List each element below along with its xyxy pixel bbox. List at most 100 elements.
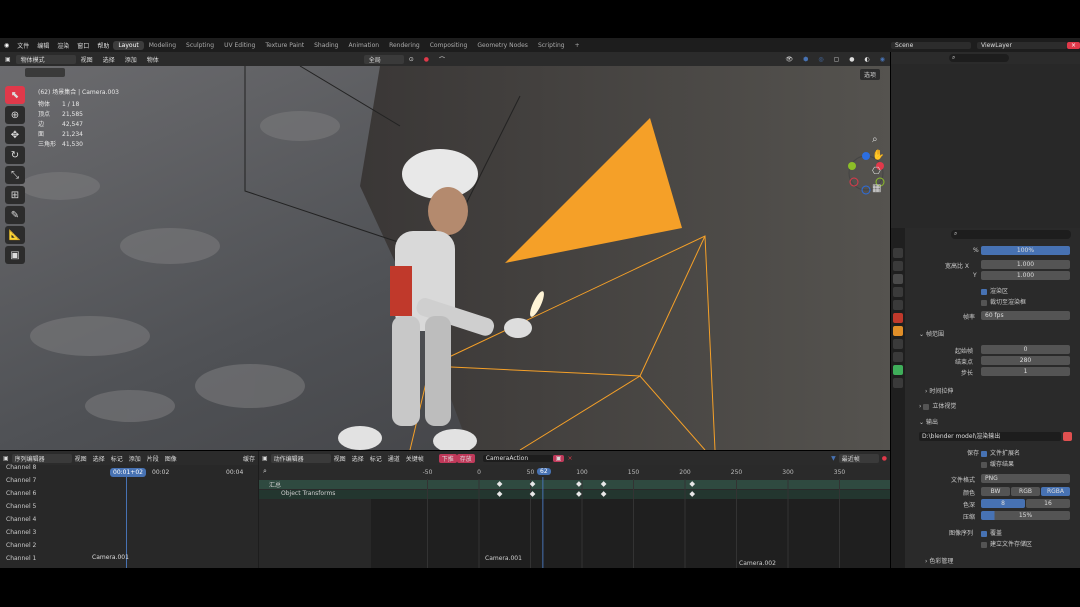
output-panel[interactable]: ⌄ 输出 (919, 417, 938, 426)
action-selector[interactable]: CameraAction (482, 454, 553, 462)
properties-search[interactable]: ⌕ (951, 230, 1071, 239)
scale-tool-icon[interactable]: ⤡ (5, 166, 25, 184)
overwrite-checkbox[interactable]: 覆盖 (981, 528, 1002, 537)
editor-type-icon[interactable]: ▣ (0, 56, 16, 63)
modifier-tab-icon[interactable] (893, 339, 903, 349)
tab-modeling[interactable]: Modeling (144, 41, 181, 50)
camera-view-icon[interactable]: ⎔ (872, 166, 881, 177)
ds-menu-key[interactable]: 关键帧 (403, 454, 427, 463)
add-cube-tool-icon[interactable]: ▣ (5, 246, 25, 264)
sequencer-area[interactable]: 00:01+02 00:02 00:04 Channel 8 Channel 7… (0, 464, 258, 568)
keyframe[interactable] (496, 491, 503, 497)
filter-icon[interactable]: ▼ (828, 455, 839, 462)
seq-menu-select[interactable]: 选择 (90, 454, 108, 463)
texture-tab-icon[interactable] (893, 378, 903, 388)
checkbox-icon[interactable] (981, 299, 987, 306)
menu-edit[interactable]: 编辑 (33, 41, 53, 50)
marker-label[interactable]: Camera.001 (485, 555, 522, 562)
scene-tab-icon[interactable] (893, 300, 903, 310)
ds-menu-select[interactable]: 选择 (349, 454, 367, 463)
shading-solid-icon[interactable]: ● (844, 56, 859, 63)
proportional-icon[interactable]: ⌒ (434, 55, 450, 64)
menu-render[interactable]: 渲染 (53, 41, 73, 50)
aspect-y-field[interactable]: 1.000 (981, 271, 1070, 280)
menu-window[interactable]: 窗口 (73, 41, 93, 50)
checkbox-icon[interactable] (981, 461, 987, 468)
rotate-tool-icon[interactable]: ↻ (5, 146, 25, 164)
color-bw[interactable]: BW (981, 487, 1010, 496)
tab-texture-paint[interactable]: Texture Paint (260, 41, 309, 50)
placeholder-checkbox[interactable]: 建立文件存储区 (981, 539, 1032, 548)
frame-end-field[interactable]: 280 (981, 356, 1070, 365)
menu-file[interactable]: 文件 (13, 41, 33, 50)
keyframe[interactable] (600, 491, 607, 497)
add-workspace-icon[interactable]: + (570, 41, 585, 50)
grid-icon[interactable]: ▦ (872, 183, 881, 194)
seq-menu-image[interactable]: 图像 (162, 454, 180, 463)
folder-icon[interactable] (1063, 432, 1072, 441)
blender-logo-icon[interactable]: ◉ (0, 42, 13, 49)
gizmo-icon[interactable]: ⬢ (798, 56, 813, 63)
viewlayer-selector[interactable]: ViewLayer (976, 41, 1067, 49)
orientation-selector[interactable]: 全局 (363, 54, 404, 64)
ds-menu-view[interactable]: 视图 (331, 454, 349, 463)
select-tool-icon[interactable]: ⬉ (5, 86, 25, 104)
mode-selector[interactable]: 物体模式 (15, 54, 76, 64)
frame-rate-select[interactable]: 60 fps (981, 311, 1070, 320)
output-path-field[interactable]: D:\blender model\渲染输出\Daigo\Daigo_hershi… (919, 432, 1061, 441)
depth-8[interactable]: 8 (981, 499, 1025, 508)
annotate-tool-icon[interactable]: ✎ (5, 206, 25, 224)
pivot-icon[interactable]: ⊙ (404, 56, 419, 63)
zoom-icon[interactable]: ⌕ (872, 134, 878, 145)
action-unlink-icon[interactable]: × (564, 455, 575, 462)
keyframe[interactable] (600, 481, 607, 487)
stash-button[interactable]: 存放 (456, 453, 475, 463)
checkbox-icon[interactable] (981, 288, 987, 295)
proportional-icon[interactable]: ● (879, 455, 890, 462)
data-tab-icon[interactable] (893, 365, 903, 375)
close-viewlayer-icon[interactable]: × (1066, 41, 1080, 49)
visibility-icon[interactable]: 👁 (780, 56, 798, 63)
tab-scripting[interactable]: Scripting (533, 41, 570, 50)
seq-current-time[interactable]: 00:01+02 (110, 468, 146, 477)
snapping-selector[interactable]: 最近帧 (838, 453, 879, 463)
dopesheet-mode[interactable]: 动作编辑器 (270, 453, 331, 463)
viewport-menu-select[interactable]: 选择 (98, 55, 120, 64)
outliner-search[interactable]: ⌕ (949, 54, 1009, 62)
options-menu[interactable]: 选项 (860, 69, 881, 80)
pan-icon[interactable]: ✋ (872, 150, 884, 161)
action-fake-user-icon[interactable]: ▣ (552, 454, 565, 462)
seq-cache[interactable]: 缓存 (240, 454, 258, 463)
aspect-x-field[interactable]: 1.000 (981, 260, 1070, 269)
push-down-button[interactable]: 下推 (438, 453, 457, 463)
color-rgb[interactable]: RGB (1011, 487, 1040, 496)
frame-start-field[interactable]: 0 (981, 345, 1070, 354)
seq-menu-marker[interactable]: 标记 (108, 454, 126, 463)
tab-sculpting[interactable]: Sculpting (181, 41, 219, 50)
color-management-panel[interactable]: › 色彩管理 (925, 556, 953, 565)
shading-material-icon[interactable]: ◐ (860, 56, 875, 63)
tab-compositing[interactable]: Compositing (425, 41, 473, 50)
compression-slider[interactable]: 15% (981, 511, 1070, 520)
stereoscopy-panel[interactable]: › 立体视觉 (919, 401, 956, 410)
xray-icon[interactable]: ▢ (829, 56, 845, 63)
cache-checkbox[interactable]: 缓存结果 (981, 459, 1014, 468)
tab-uv-editing[interactable]: UV Editing (219, 41, 260, 50)
checkbox-icon[interactable] (981, 530, 987, 537)
color-rgba[interactable]: RGBA (1041, 487, 1070, 496)
output-tab-icon[interactable] (893, 274, 903, 284)
viewport-menu-object[interactable]: 物体 (142, 55, 164, 64)
overlay-icon[interactable]: ◎ (813, 56, 828, 63)
dopesheet-area[interactable]: ⌕ 汇总 Object Transforms -50 0 50 100 150 200 25… (259, 465, 890, 568)
constraint-tab-icon[interactable] (893, 352, 903, 362)
file-ext-checkbox[interactable]: 文件扩展名 (981, 448, 1020, 457)
viewport-selection-modes[interactable] (25, 68, 65, 77)
measure-tool-icon[interactable]: 📐 (5, 226, 25, 244)
time-stretch-panel[interactable]: › 时间拉伸 (925, 386, 953, 395)
keyframe[interactable] (576, 481, 582, 487)
checkbox-icon[interactable] (923, 403, 930, 410)
keyframe[interactable] (576, 491, 582, 497)
cursor-tool-icon[interactable]: ⊕ (5, 106, 25, 124)
object-tab-icon[interactable] (893, 326, 903, 336)
tab-rendering[interactable]: Rendering (384, 41, 425, 50)
